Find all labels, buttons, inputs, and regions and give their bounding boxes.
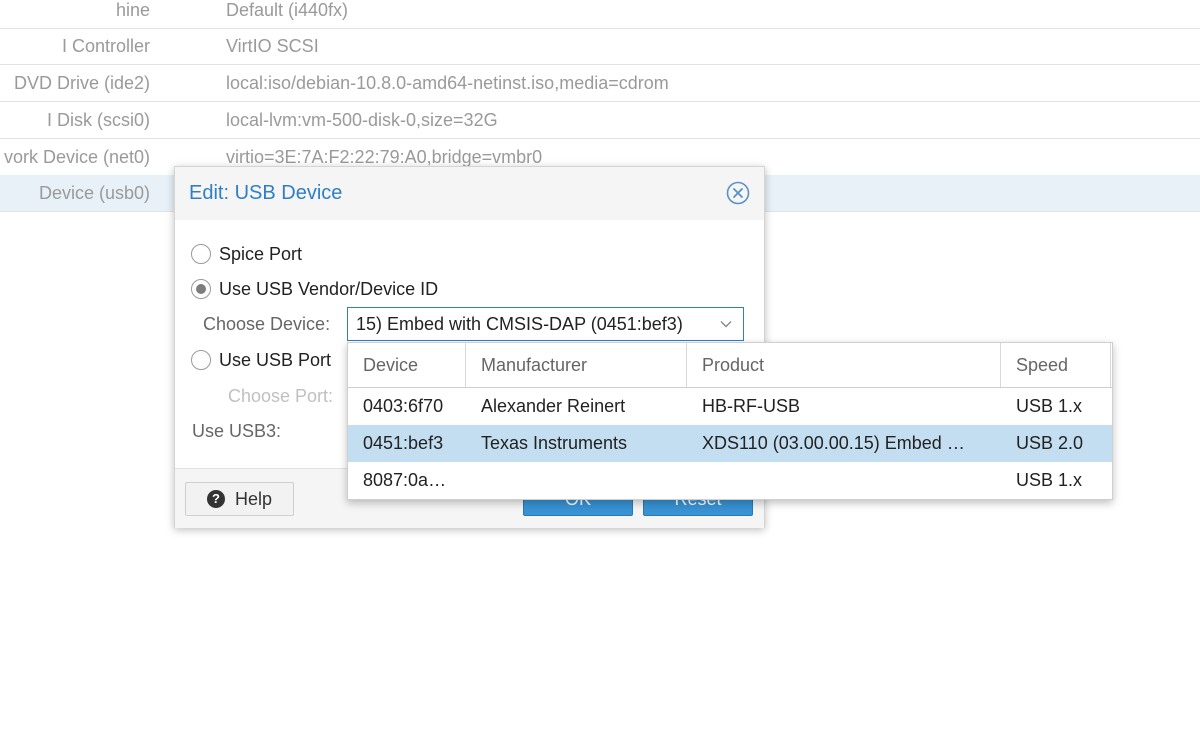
radio-button[interactable] bbox=[191, 244, 211, 264]
product-cell bbox=[687, 462, 987, 499]
speed-cell: USB 1.x bbox=[1016, 396, 1083, 416]
row-key: vork Device (net0) bbox=[3, 147, 150, 167]
radio-label: Use USB Port bbox=[219, 349, 332, 370]
radio-button[interactable] bbox=[191, 350, 211, 370]
vendor-device-radio[interactable]: Use USB Vendor/Device ID bbox=[191, 275, 438, 303]
table-row[interactable]: hine Default (i440fx) bbox=[0, 0, 1200, 29]
usb-port-radio[interactable]: Use USB Port bbox=[191, 346, 331, 374]
device-id-cell: 0451:bef3 bbox=[363, 433, 444, 453]
grid-header: Device Manufacturer Product Speed bbox=[348, 343, 1112, 388]
row-value: local:iso/debian-10.8.0-amd64-netinst.is… bbox=[226, 73, 669, 93]
spice-port-radio[interactable]: Spice Port bbox=[191, 240, 302, 268]
dialog-header: Edit: USB Device bbox=[175, 167, 764, 220]
radio-label: Spice Port bbox=[219, 243, 303, 264]
table-row[interactable]: I Controller VirtIO SCSI bbox=[0, 28, 1200, 65]
device-row-selected[interactable]: 0451:bef3 Texas Instruments XDS110 (03.0… bbox=[348, 425, 1112, 462]
row-key: hine bbox=[115, 0, 150, 20]
choose-port-label: Choose Port: bbox=[228, 386, 334, 406]
manufacturer-cell: Texas Instruments bbox=[481, 433, 628, 453]
dialog-title: Edit: USB Device bbox=[189, 182, 343, 204]
help-label: Help bbox=[234, 488, 273, 509]
product-cell: XDS110 (03.00.00.15) Embed … bbox=[702, 433, 965, 453]
use-usb3-label: Use USB3: bbox=[192, 421, 282, 441]
column-header-manufacturer[interactable]: Manufacturer bbox=[466, 343, 687, 387]
table-row[interactable]: DVD Drive (ide2) local:iso/debian-10.8.0… bbox=[0, 65, 1200, 102]
column-header-product[interactable]: Product bbox=[687, 343, 1001, 387]
combo-value: 15) Embed with CMSIS-DAP (0451:bef3) bbox=[356, 314, 683, 334]
column-header-speed[interactable]: Speed bbox=[1001, 343, 1111, 387]
device-row[interactable]: 8087:0a… USB 1.x bbox=[348, 462, 1112, 499]
speed-cell: USB 2.0 bbox=[1016, 433, 1084, 453]
device-dropdown: Device Manufacturer Product Speed 0403:6… bbox=[347, 342, 1113, 500]
help-button[interactable]: ? Help bbox=[185, 482, 294, 516]
chevron-down-icon[interactable] bbox=[719, 317, 733, 331]
radio-label: Use USB Vendor/Device ID bbox=[219, 278, 439, 299]
row-value: local-lvm:vm-500-disk-0,size=32G bbox=[226, 110, 498, 130]
choose-device-label: Choose Device: bbox=[203, 314, 331, 334]
column-header-device[interactable]: Device bbox=[348, 343, 466, 387]
device-id-cell: 8087:0a… bbox=[363, 470, 447, 490]
device-id-cell: 0403:6f70 bbox=[363, 396, 444, 416]
row-key: I Disk (scsi0) bbox=[47, 110, 150, 130]
row-key: I Controller bbox=[61, 36, 150, 56]
speed-cell: USB 1.x bbox=[1016, 470, 1083, 490]
manufacturer-cell: Alexander Reinert bbox=[481, 396, 626, 416]
choose-device-combo[interactable]: 15) Embed with CMSIS-DAP (0451:bef3) bbox=[347, 307, 744, 341]
radio-button[interactable] bbox=[191, 279, 211, 299]
row-value: VirtIO SCSI bbox=[226, 36, 319, 56]
device-row[interactable]: 0403:6f70 Alexander Reinert HB-RF-USB US… bbox=[348, 388, 1112, 425]
close-icon[interactable] bbox=[726, 181, 750, 205]
row-key: Device (usb0) bbox=[38, 183, 150, 203]
question-circle-icon: ? bbox=[206, 490, 225, 508]
manufacturer-cell bbox=[466, 462, 687, 499]
table-row[interactable]: I Disk (scsi0) local-lvm:vm-500-disk-0,s… bbox=[0, 102, 1200, 139]
row-key: DVD Drive (ide2) bbox=[13, 73, 150, 93]
row-value: Default (i440fx) bbox=[226, 0, 349, 20]
product-cell: HB-RF-USB bbox=[702, 396, 800, 416]
